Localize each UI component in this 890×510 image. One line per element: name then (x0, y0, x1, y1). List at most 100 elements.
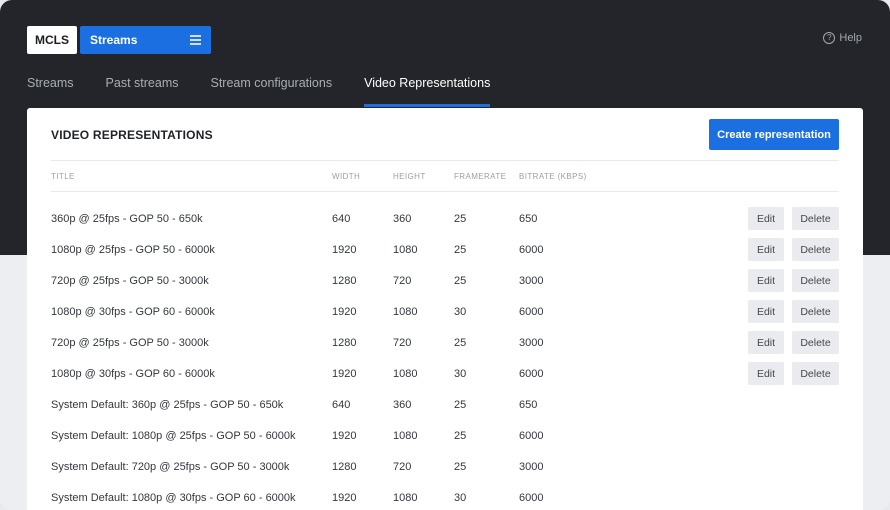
cell-width: 1920 (332, 244, 357, 256)
cell-width: 1920 (332, 430, 357, 442)
cell-title: 1080p @ 30fps - GOP 60 - 6000k (51, 368, 215, 380)
cell-width: 1280 (332, 337, 357, 349)
cell-height: 720 (393, 275, 412, 287)
table-row: 1080p @ 30fps - GOP 60 - 6000k 1920 1080 30… (51, 295, 839, 326)
cell-width: 1920 (332, 368, 357, 380)
cell-framerate: 25 (454, 275, 467, 287)
cell-bitrate: 3000 (519, 275, 544, 287)
edit-button[interactable]: Edit (748, 207, 784, 230)
table-row: 720p @ 25fps - GOP 50 - 3000k 1280 720 25 30… (51, 264, 839, 295)
row-actions: Edit Delete (748, 207, 839, 230)
page-title: VIDEO REPRESENTATIONS (51, 128, 213, 142)
cell-bitrate: 6000 (519, 368, 544, 380)
cell-framerate: 30 (454, 492, 467, 504)
cell-bitrate: 6000 (519, 306, 544, 318)
cell-framerate: 25 (454, 244, 467, 256)
cell-height: 360 (393, 213, 412, 225)
cell-width: 1280 (332, 461, 357, 473)
delete-button[interactable]: Delete (792, 362, 839, 385)
representations-card: VIDEO REPRESENTATIONS Create representat… (27, 108, 863, 510)
cell-bitrate: 6000 (519, 492, 544, 504)
delete-button[interactable]: Delete (792, 331, 839, 354)
question-circle-icon: ? (823, 32, 836, 44)
column-header-framerate: FRAMERATE (454, 172, 507, 181)
nav-tabs: Streams Past streams Stream configuratio… (27, 76, 522, 107)
table-row: System Default: 720p @ 25fps - GOP 50 - … (51, 450, 839, 481)
cell-height: 1080 (393, 430, 418, 442)
cell-bitrate: 6000 (519, 244, 544, 256)
table-row: 360p @ 25fps - GOP 50 - 650k 640 360 25 650 E… (51, 202, 839, 233)
cell-height: 1080 (393, 306, 418, 318)
cell-height: 1080 (393, 368, 418, 380)
divider (51, 191, 839, 192)
cell-framerate: 30 (454, 306, 467, 318)
table-header: TITLE WIDTH HEIGHT FRAMERATE BITRATE (KB… (51, 172, 839, 184)
help-link[interactable]: ? Help (823, 32, 862, 44)
row-actions: Edit Delete (748, 362, 839, 385)
table-row: 1080p @ 30fps - GOP 60 - 6000k 1920 1080 30… (51, 357, 839, 388)
tab-video-representations[interactable]: Video Representations (364, 76, 491, 107)
streams-dropdown-label: Streams (90, 33, 138, 47)
tab-past-streams[interactable]: Past streams (106, 76, 179, 106)
cell-width: 1920 (332, 306, 357, 318)
cell-bitrate: 650 (519, 213, 538, 225)
column-header-title: TITLE (51, 172, 75, 181)
cell-framerate: 25 (454, 213, 467, 225)
cell-title: System Default: 720p @ 25fps - GOP 50 - … (51, 461, 290, 473)
cell-framerate: 25 (454, 430, 467, 442)
cell-title: System Default: 1080p @ 25fps - GOP 50 -… (51, 430, 296, 442)
cell-height: 360 (393, 399, 412, 411)
delete-button[interactable]: Delete (792, 207, 839, 230)
row-actions: Edit Delete (748, 269, 839, 292)
cell-framerate: 25 (454, 399, 467, 411)
divider (51, 160, 839, 161)
cell-height: 720 (393, 337, 412, 349)
table-row: System Default: 360p @ 25fps - GOP 50 - … (51, 388, 839, 419)
edit-button[interactable]: Edit (748, 238, 784, 261)
row-actions: Edit Delete (748, 331, 839, 354)
cell-framerate: 25 (454, 337, 467, 349)
cell-title: 1080p @ 25fps - GOP 50 - 6000k (51, 244, 215, 256)
cell-title: System Default: 360p @ 25fps - GOP 50 - … (51, 399, 284, 411)
tab-stream-configurations[interactable]: Stream configurations (210, 76, 332, 106)
edit-button[interactable]: Edit (748, 331, 784, 354)
cell-title: 720p @ 25fps - GOP 50 - 3000k (51, 275, 209, 287)
cell-height: 1080 (393, 492, 418, 504)
cell-title: System Default: 1080p @ 30fps - GOP 60 -… (51, 492, 296, 504)
cell-width: 640 (332, 213, 351, 225)
hamburger-icon (190, 35, 201, 45)
cell-bitrate: 3000 (519, 337, 544, 349)
cell-height: 1080 (393, 244, 418, 256)
row-actions: Edit Delete (748, 300, 839, 323)
edit-button[interactable]: Edit (748, 269, 784, 292)
delete-button[interactable]: Delete (792, 269, 839, 292)
table-row: 1080p @ 25fps - GOP 50 - 6000k 1920 1080 25… (51, 233, 839, 264)
cell-width: 640 (332, 399, 351, 411)
cell-title: 360p @ 25fps - GOP 50 - 650k (51, 213, 203, 225)
cell-title: 1080p @ 30fps - GOP 60 - 6000k (51, 306, 215, 318)
column-header-height: HEIGHT (393, 172, 426, 181)
help-label: Help (839, 32, 862, 44)
delete-button[interactable]: Delete (792, 300, 839, 323)
cell-title: 720p @ 25fps - GOP 50 - 3000k (51, 337, 209, 349)
column-header-bitrate: BITRATE (KBPS) (519, 172, 587, 181)
table-row: 720p @ 25fps - GOP 50 - 3000k 1280 720 25 30… (51, 326, 839, 357)
delete-button[interactable]: Delete (792, 238, 839, 261)
table-body: 360p @ 25fps - GOP 50 - 650k 640 360 25 650 E… (51, 202, 839, 510)
cell-width: 1280 (332, 275, 357, 287)
streams-dropdown[interactable]: Streams (80, 26, 211, 54)
column-header-width: WIDTH (332, 172, 361, 181)
cell-height: 720 (393, 461, 412, 473)
create-representation-button[interactable]: Create representation (709, 119, 839, 150)
logo: MCLS (27, 26, 77, 54)
table-row: System Default: 1080p @ 25fps - GOP 50 -… (51, 419, 839, 450)
edit-button[interactable]: Edit (748, 362, 784, 385)
cell-bitrate: 3000 (519, 461, 544, 473)
cell-bitrate: 650 (519, 399, 538, 411)
cell-framerate: 30 (454, 368, 467, 380)
cell-width: 1920 (332, 492, 357, 504)
edit-button[interactable]: Edit (748, 300, 784, 323)
tab-streams[interactable]: Streams (27, 76, 74, 106)
app-frame: MCLS Streams ? Help Streams Past streams… (0, 0, 890, 510)
cell-bitrate: 6000 (519, 430, 544, 442)
